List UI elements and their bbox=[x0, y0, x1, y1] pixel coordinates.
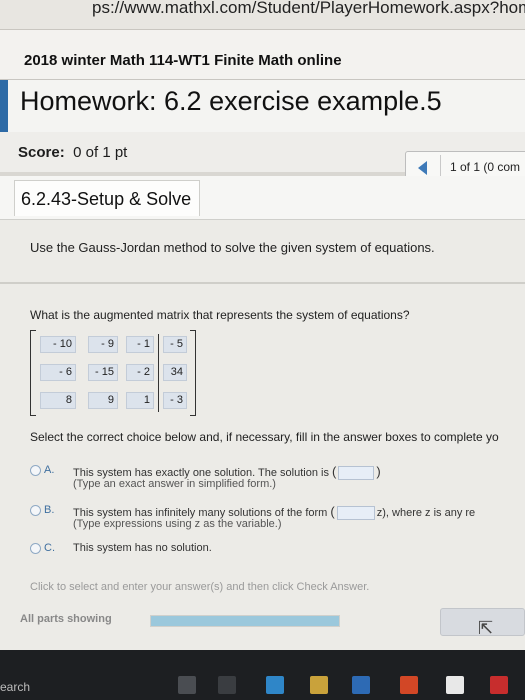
question-count: 1 of 1 (0 com bbox=[450, 160, 521, 174]
app-icon[interactable] bbox=[446, 676, 464, 694]
problem-instruction: Use the Gauss-Jordan method to solve the… bbox=[30, 240, 435, 255]
parts-label: All parts showing bbox=[20, 613, 112, 625]
choice-b-after: z), where z is any re bbox=[376, 507, 476, 519]
choice-a-letter: A. bbox=[44, 464, 55, 476]
exercise-id: 6.2.43-Setup & Solve bbox=[14, 180, 201, 216]
mouse-cursor-icon: ⇱ bbox=[478, 618, 494, 638]
course-title: 2018 winter Math 114-WT1 Finite Math onl… bbox=[24, 52, 342, 69]
matrix-cell-r1c3[interactable]: - 1 bbox=[126, 336, 154, 353]
footer-instruction: Click to select and enter your answer(s)… bbox=[30, 581, 370, 593]
matrix-cell-r1c1[interactable]: - 10 bbox=[40, 336, 76, 353]
file-explorer-icon[interactable] bbox=[310, 676, 328, 694]
matrix-cell-r1c4[interactable]: - 5 bbox=[163, 336, 187, 353]
score-label: Score: bbox=[18, 144, 65, 161]
paren-open: ( bbox=[330, 504, 335, 519]
problem-question: What is the augmented matrix that repres… bbox=[30, 308, 410, 322]
matrix-cell-r2c1[interactable]: - 6 bbox=[40, 364, 76, 381]
problem-panel: Use the Gauss-Jordan method to solve the… bbox=[0, 220, 525, 650]
matrix-cell-r2c2[interactable]: - 15 bbox=[88, 364, 118, 381]
matrix-augment-line bbox=[158, 334, 159, 412]
taskbar-mic-icon[interactable] bbox=[178, 676, 196, 694]
browser-address-bar[interactable]: ps://www.mathxl.com/Student/PlayerHomewo… bbox=[0, 0, 525, 30]
divider bbox=[0, 282, 525, 284]
choice-b-radio[interactable] bbox=[30, 505, 41, 516]
choice-b-letter: B. bbox=[44, 504, 55, 516]
choice-a-radio[interactable] bbox=[30, 465, 41, 476]
matrix-cell-r3c1[interactable]: 8 bbox=[40, 392, 76, 409]
matrix-cell-r3c4[interactable]: - 3 bbox=[163, 392, 187, 409]
red-app-icon[interactable] bbox=[490, 676, 508, 694]
choice-prompt: Select the correct choice below and, if … bbox=[30, 430, 499, 444]
paren-close: ) bbox=[376, 464, 381, 479]
score-value: 0 of 1 pt bbox=[73, 144, 128, 161]
edge-browser-icon[interactable] bbox=[266, 676, 284, 694]
store-icon[interactable] bbox=[352, 676, 370, 694]
choice-b-hint: (Type expressions using z as the variabl… bbox=[73, 518, 282, 530]
parts-progress-bar bbox=[150, 615, 340, 627]
solution-answer-box[interactable] bbox=[338, 466, 375, 481]
exercise-row: 6.2.43-Setup & Solve bbox=[0, 176, 525, 220]
matrix-cell-r2c3[interactable]: - 2 bbox=[126, 364, 154, 381]
matrix-left-bracket bbox=[30, 330, 36, 416]
choice-a-hint: (Type an exact answer in simplified form… bbox=[73, 478, 276, 490]
augmented-matrix: - 10 - 9 - 1 - 5 - 6 - 15 - 2 34 8 9 1 -… bbox=[30, 330, 196, 416]
task-view-icon[interactable] bbox=[218, 676, 236, 694]
choice-c-radio[interactable] bbox=[30, 543, 41, 554]
homework-title: Homework: 6.2 exercise example.5 bbox=[20, 86, 442, 116]
previous-question-icon[interactable] bbox=[418, 161, 427, 175]
choice-c-text: This system has no solution. bbox=[73, 542, 212, 554]
matrix-cell-r3c3[interactable]: 1 bbox=[126, 392, 154, 409]
taskbar-search-text[interactable]: earch bbox=[0, 680, 30, 694]
course-header: 2018 winter Math 114-WT1 Finite Math onl… bbox=[0, 30, 525, 80]
infinite-solution-answer-box[interactable] bbox=[336, 506, 375, 521]
matrix-cell-r3c2[interactable]: 9 bbox=[88, 392, 118, 409]
paren-open: ( bbox=[332, 464, 337, 479]
choice-c-letter: C. bbox=[44, 542, 55, 554]
parts-progress-fill bbox=[151, 616, 339, 626]
os-taskbar: earch bbox=[0, 650, 525, 700]
url-text: ps://www.mathxl.com/Student/PlayerHomewo… bbox=[92, 0, 525, 17]
office-app-icon[interactable] bbox=[400, 676, 418, 694]
homework-header: Homework: 6.2 exercise example.5 bbox=[0, 80, 525, 132]
matrix-cell-r2c4[interactable]: 34 bbox=[163, 364, 187, 381]
matrix-right-bracket bbox=[190, 330, 196, 416]
matrix-cell-r1c2[interactable]: - 9 bbox=[88, 336, 118, 353]
